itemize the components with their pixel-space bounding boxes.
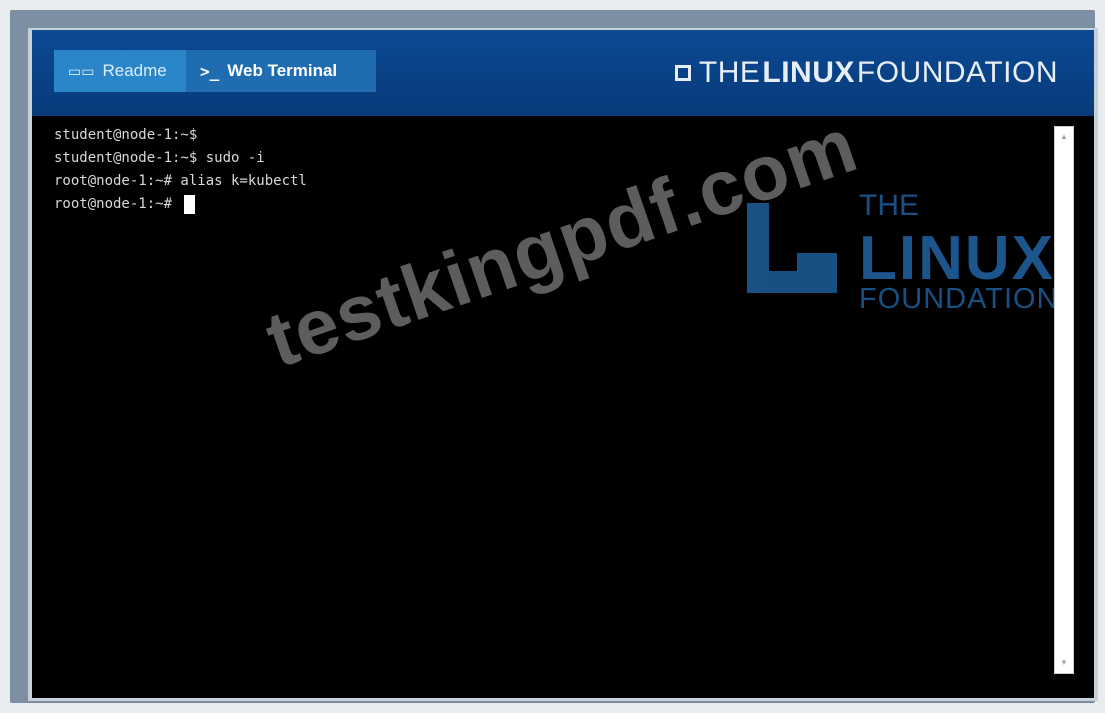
watermark-foundation: FOUNDATION — [859, 283, 1059, 315]
terminal-line: student@node-1:~$ — [54, 127, 198, 143]
tab-web-terminal[interactable]: >_ Web Terminal — [186, 50, 376, 92]
terminal-line: student@node-1:~$ sudo -i — [54, 150, 265, 166]
header-bar: ▭▭ Readme >_ Web Terminal THE LINUX FOUN… — [32, 30, 1094, 116]
tab-web-terminal-label: Web Terminal — [227, 61, 338, 80]
watermark-linux-logo: THE LINUX FOUNDATION — [747, 189, 1094, 315]
linux-foundation-logo: THE LINUX FOUNDATION — [674, 56, 1058, 90]
scroll-up-arrow-icon[interactable]: ▲ — [1055, 129, 1073, 145]
exam-window: ▭▭ Readme >_ Web Terminal THE LINUX FOUN… — [32, 30, 1094, 698]
tab-readme-label: Readme — [102, 61, 167, 80]
book-icon: ▭▭ — [68, 62, 95, 79]
brand-linux: LINUX — [762, 56, 855, 89]
terminal-prompt: root@node-1:~# — [54, 196, 181, 212]
brand-the: THE — [698, 56, 761, 89]
terminal-scrollbar[interactable]: ▲ ▼ — [1054, 126, 1074, 674]
scroll-down-arrow-icon[interactable]: ▼ — [1055, 655, 1073, 671]
linux-foundation-logo-icon — [674, 65, 691, 81]
brand-foundation: FOUNDATION — [856, 56, 1058, 89]
tab-readme[interactable]: ▭▭ Readme — [54, 50, 186, 92]
terminal-icon: >_ — [200, 61, 220, 81]
terminal-cursor — [184, 194, 196, 214]
watermark-the: THE — [859, 189, 919, 222]
watermark-logo-square-notch — [797, 253, 837, 293]
